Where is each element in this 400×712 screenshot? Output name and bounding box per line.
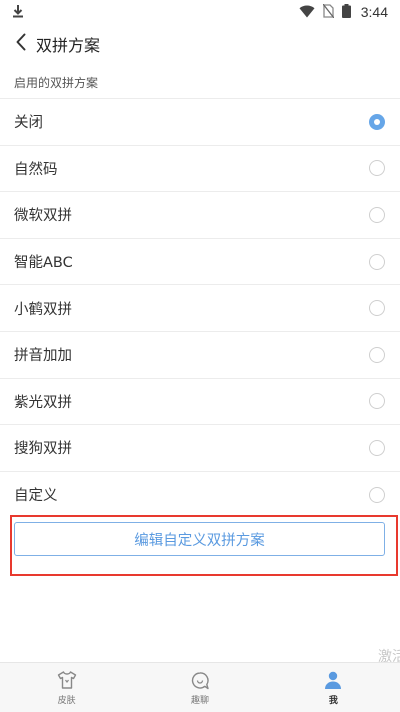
status-time: 3:44 — [360, 4, 388, 20]
page-title: 双拼方案 — [36, 36, 101, 55]
scheme-option-label: 紫光双拼 — [14, 394, 72, 411]
scheme-option-label: 小鹤双拼 — [14, 301, 72, 318]
scheme-option[interactable]: 关闭 — [0, 98, 400, 145]
scheme-option-label: 关闭 — [14, 115, 43, 132]
scheme-option[interactable]: 搜狗双拼 — [0, 424, 400, 471]
scheme-option-label: 搜狗双拼 — [14, 441, 72, 458]
scheme-option-label: 智能ABC — [14, 255, 73, 272]
no-sim-icon — [322, 3, 335, 22]
edit-custom-scheme-button[interactable]: 编辑自定义双拼方案 — [14, 522, 385, 556]
radio-button[interactable] — [369, 486, 385, 503]
radio-button[interactable] — [369, 253, 385, 270]
scheme-option[interactable]: 小鹤双拼 — [0, 284, 400, 331]
status-left — [12, 3, 299, 22]
battery-icon — [341, 3, 351, 22]
scheme-option-label: 微软双拼 — [14, 208, 72, 225]
scheme-option-label: 自然码 — [14, 161, 58, 178]
status-right: 3:44 — [299, 3, 388, 22]
scheme-option[interactable]: 紫光双拼 — [0, 377, 400, 425]
scheme-option-list: 关闭 自然码 微软双拼 智能ABC 小鹤双拼 拼音加加 紫光双拼 搜狗双拼 自定… — [0, 98, 400, 517]
section-label: 启用的双拼方案 — [14, 76, 99, 90]
nav-item-skin[interactable]: 皮肤 — [0, 663, 133, 712]
radio-button[interactable] — [369, 346, 385, 363]
tshirt-icon — [57, 669, 77, 691]
nav-item-chat[interactable]: 趣聊 — [133, 663, 266, 712]
scheme-option[interactable]: 智能ABC — [0, 237, 400, 285]
radio-button[interactable] — [369, 160, 385, 177]
radio-button-selected[interactable] — [369, 113, 385, 130]
radio-button[interactable] — [369, 300, 385, 317]
scheme-option[interactable]: 自定义 — [0, 470, 400, 518]
nav-label-me: 我 — [328, 696, 338, 706]
scheme-option-label: 自定义 — [14, 488, 58, 505]
nav-item-me[interactable]: 我 — [267, 663, 400, 712]
nav-label-skin: 皮肤 — [57, 696, 76, 706]
radio-button[interactable] — [369, 206, 385, 223]
person-icon — [323, 669, 343, 691]
nav-label-chat: 趣聊 — [190, 696, 209, 706]
radio-button[interactable] — [369, 439, 385, 456]
scheme-option[interactable]: 自然码 — [0, 144, 400, 192]
app-bar: 双拼方案 — [0, 24, 400, 64]
wifi-icon — [299, 3, 315, 22]
status-bar: 3:44 — [0, 0, 400, 24]
scheme-option-label: 拼音加加 — [14, 348, 72, 365]
scheme-option[interactable]: 拼音加加 — [0, 330, 400, 378]
bottom-nav: 皮肤 趣聊 我 — [0, 662, 400, 712]
chat-bubble-icon — [190, 669, 210, 691]
radio-button[interactable] — [369, 393, 385, 410]
back-button[interactable] — [8, 29, 34, 59]
chevron-left-icon — [15, 33, 27, 55]
download-icon — [12, 3, 24, 22]
scheme-option[interactable]: 微软双拼 — [0, 191, 400, 238]
